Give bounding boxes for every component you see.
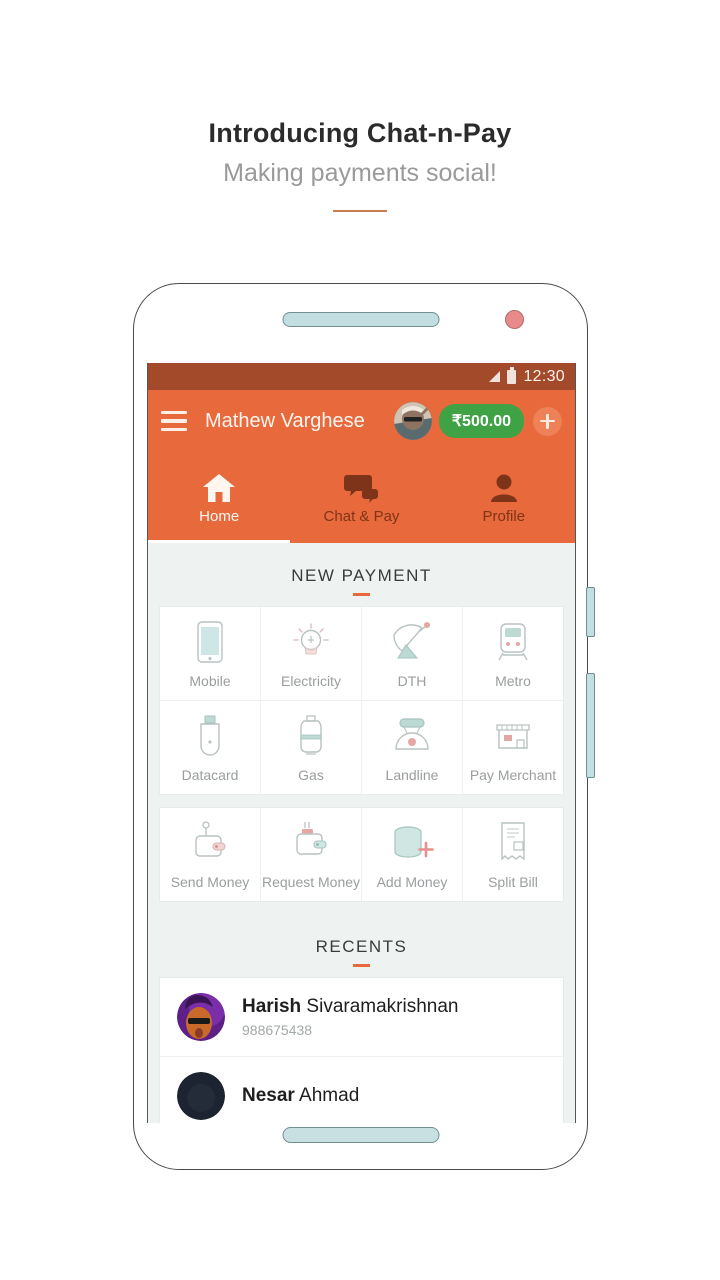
front-camera-icon xyxy=(505,310,524,329)
smartphone-icon xyxy=(197,620,223,664)
tile-request-money[interactable]: Request Money xyxy=(260,808,361,901)
app-screen: 12:30 Mathew Varghese ₹500.00 Home Chat … xyxy=(147,363,576,1123)
status-bar: 12:30 xyxy=(148,363,575,390)
tile-label: Landline xyxy=(385,767,439,783)
hamburger-menu-icon[interactable] xyxy=(161,410,187,432)
app-bar: Mathew Varghese ₹500.00 xyxy=(148,390,575,452)
usb-dongle-icon xyxy=(197,714,223,758)
grid-row: Mobile Electricity DTH Metro xyxy=(160,607,563,700)
page-title: Introducing Chat-n-Pay xyxy=(208,118,512,148)
grid-row: Send Money Request Money Add Money Split… xyxy=(160,808,563,901)
tile-label: Mobile xyxy=(189,673,231,689)
section-divider xyxy=(353,593,370,596)
satellite-dish-icon xyxy=(390,620,434,664)
phone-side-button-power[interactable] xyxy=(586,673,595,778)
wallet-request-icon xyxy=(290,821,332,865)
tile-label: Send Money xyxy=(170,874,250,890)
tile-label: DTH xyxy=(397,673,427,689)
section-title: RECENTS xyxy=(315,937,408,956)
page-subtitle: Making payments social! xyxy=(223,159,497,187)
contact-name: Nesar Ahmad xyxy=(242,1085,359,1107)
bill-payment-grid: Mobile Electricity DTH Metro Datacard Ga… xyxy=(159,606,564,795)
recents-heading: RECENTS xyxy=(148,914,575,977)
grid-row: Datacard Gas Landline Pay Merchant xyxy=(160,700,563,794)
lightbulb-icon xyxy=(291,620,331,664)
section-title: NEW PAYMENT xyxy=(291,566,432,585)
avatar[interactable] xyxy=(393,402,432,440)
tile-split-bill[interactable]: Split Bill xyxy=(462,808,563,901)
gas-cylinder-icon xyxy=(296,714,326,758)
tab-chat-and-pay[interactable]: Chat & Pay xyxy=(290,452,432,543)
list-item[interactable]: Harish Sivaramakrishnan 988675438 xyxy=(160,978,563,1056)
add-money-plus-icon[interactable] xyxy=(533,406,562,436)
recents-list: Harish Sivaramakrishnan 988675438 Nesar … xyxy=(159,977,564,1123)
contact-first-name: Nesar xyxy=(242,1085,295,1106)
contact-first-name: Harish xyxy=(242,996,302,1017)
coins-plus-icon xyxy=(390,821,434,865)
phone-mockup: 12:30 Mathew Varghese ₹500.00 Home Chat … xyxy=(133,283,595,1170)
title-divider xyxy=(333,210,387,212)
telephone-icon xyxy=(391,714,433,758)
list-item[interactable]: Nesar Ahmad xyxy=(160,1056,563,1123)
contact-last-name: Ahmad xyxy=(294,1085,360,1106)
tab-label: Home xyxy=(199,508,240,525)
contact-info: Nesar Ahmad xyxy=(242,1085,359,1107)
tile-send-money[interactable]: Send Money xyxy=(160,808,260,901)
phone-side-button-volume[interactable] xyxy=(586,587,595,637)
user-name: Mathew Varghese xyxy=(205,409,365,432)
section-divider xyxy=(353,964,370,967)
tile-label: Split Bill xyxy=(488,874,538,890)
home-icon xyxy=(202,470,236,503)
tile-gas[interactable]: Gas xyxy=(260,701,361,794)
speaker-grille-icon xyxy=(282,312,439,327)
tile-datacard[interactable]: Datacard xyxy=(160,701,260,794)
tile-label: Request Money xyxy=(261,874,361,890)
promo-header: Introducing Chat-n-Pay Making payments s… xyxy=(0,118,720,212)
new-payment-heading: NEW PAYMENT xyxy=(148,543,575,606)
signal-bars-icon xyxy=(489,371,501,382)
tile-metro[interactable]: Metro xyxy=(462,607,563,700)
person-icon xyxy=(489,470,519,503)
tile-electricity[interactable]: Electricity xyxy=(260,607,361,700)
money-actions-grid: Send Money Request Money Add Money Split… xyxy=(159,807,564,902)
contact-last-name: Sivaramakrishnan xyxy=(301,996,459,1017)
shop-icon xyxy=(493,714,533,758)
phone-home-button[interactable] xyxy=(282,1127,439,1143)
wallet-send-icon xyxy=(189,821,231,865)
metro-train-icon xyxy=(493,620,533,664)
contact-avatar xyxy=(177,1072,225,1120)
tile-dth[interactable]: DTH xyxy=(361,607,462,700)
tile-mobile[interactable]: Mobile xyxy=(160,607,260,700)
tile-label: Electricity xyxy=(281,673,341,689)
tile-pay-merchant[interactable]: Pay Merchant xyxy=(462,701,563,794)
tile-label: Datacard xyxy=(181,767,239,783)
tab-home[interactable]: Home xyxy=(148,452,291,543)
contact-number: 988675438 xyxy=(242,1022,313,1038)
contact-info: Harish Sivaramakrishnan 988675438 xyxy=(242,996,458,1038)
tile-label: Pay Merchant xyxy=(469,767,557,783)
chat-bubbles-icon xyxy=(344,470,379,503)
tile-landline[interactable]: Landline xyxy=(361,701,462,794)
battery-icon xyxy=(507,366,517,384)
tab-bar: Home Chat & Pay Profile xyxy=(148,452,575,543)
tab-label: Profile xyxy=(482,508,526,525)
status-time: 12:30 xyxy=(523,367,565,385)
tab-profile[interactable]: Profile xyxy=(433,452,575,543)
tile-add-money[interactable]: Add Money xyxy=(361,808,462,901)
contact-name: Harish Sivaramakrishnan xyxy=(242,996,458,1018)
receipt-icon xyxy=(497,821,529,865)
tile-label: Metro xyxy=(495,673,531,689)
balance-badge[interactable]: ₹500.00 xyxy=(438,404,524,438)
tab-label: Chat & Pay xyxy=(323,508,400,525)
tile-label: Gas xyxy=(298,767,324,783)
contact-avatar xyxy=(177,993,225,1041)
tile-label: Add Money xyxy=(376,874,448,890)
